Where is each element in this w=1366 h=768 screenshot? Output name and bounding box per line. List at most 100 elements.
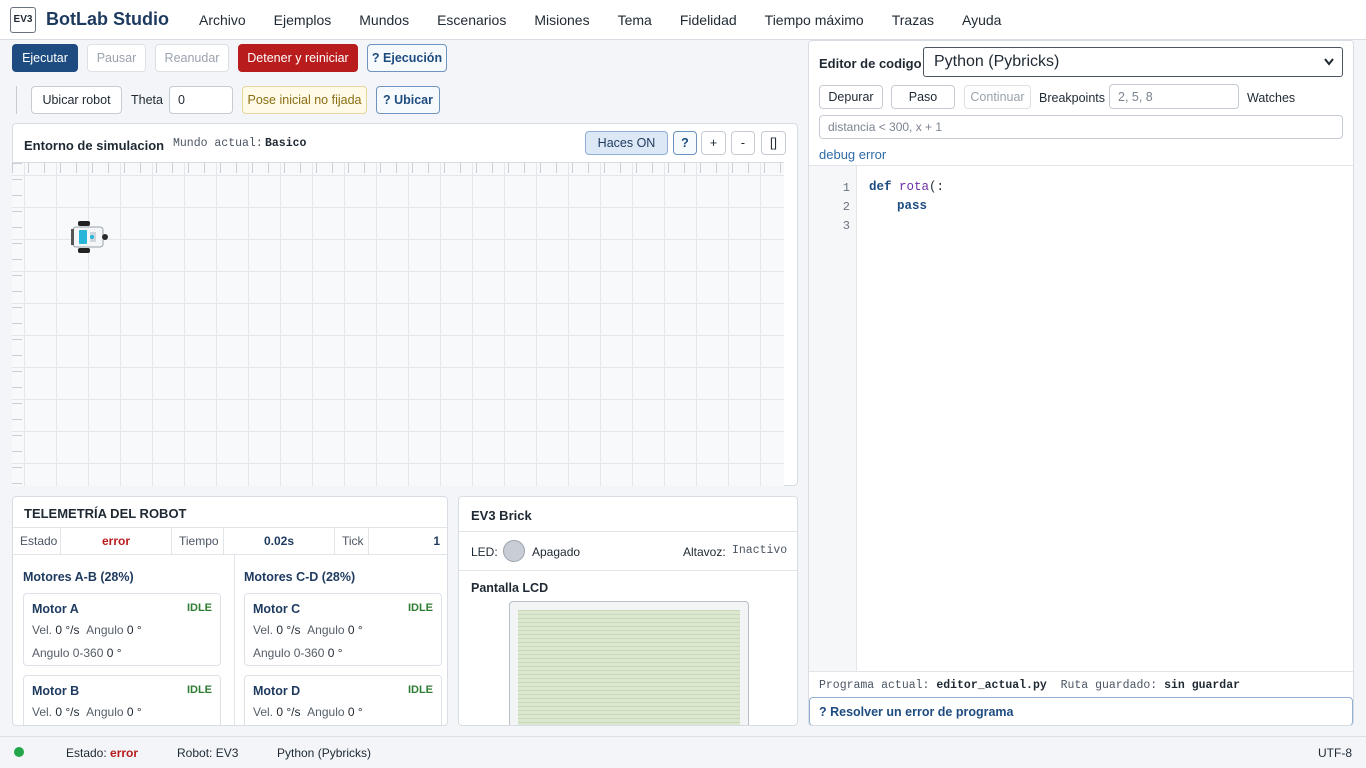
- lcd-title: Pantalla LCD: [471, 581, 549, 595]
- debug-status: debug error: [819, 147, 887, 162]
- brick-divider: [459, 531, 797, 532]
- motor-state: IDLE: [186, 684, 212, 696]
- motor-name: Motor B: [32, 684, 80, 698]
- telemetry-summary: Estado error Tiempo 0.02s Tick 1: [13, 527, 447, 555]
- debug-button[interactable]: Depurar: [819, 85, 883, 109]
- chevron-down-icon: [1324, 58, 1334, 66]
- code-editor-panel: Editor de codigo Python (Pybricks) Depur…: [808, 40, 1354, 726]
- help-locate-button[interactable]: ? Ubicar: [376, 86, 440, 114]
- motor-name: Motor D: [253, 684, 301, 698]
- motor-angle-360: Angulo 0-360 0 °: [32, 646, 122, 660]
- code-line-1: def rota(:: [869, 180, 945, 194]
- fit-view-button[interactable]: []: [761, 131, 786, 155]
- motor-a-card: Motor A IDLE Vel. 0 °/s Angulo 0 ° Angul…: [23, 593, 221, 666]
- lcd-frame: [509, 601, 749, 725]
- stop-reset-button[interactable]: Detener y reiniciar: [238, 44, 358, 72]
- state-value: error: [61, 528, 172, 554]
- menu-fidelidad[interactable]: Fidelidad: [666, 12, 751, 28]
- status-state: Estado: error: [66, 746, 139, 760]
- zoom-out-button[interactable]: -: [731, 131, 755, 155]
- menu-bar: EV3 BotLab Studio Archivo Ejemplos Mundo…: [0, 0, 1366, 40]
- motor-name: Motor A: [32, 602, 79, 616]
- watches-label: Watches: [1247, 91, 1296, 105]
- theta-input[interactable]: [169, 86, 233, 114]
- state-label: Estado: [13, 528, 61, 554]
- breakpoints-input[interactable]: [1109, 84, 1239, 109]
- continue-button[interactable]: Continuar: [964, 85, 1031, 109]
- menu-misiones[interactable]: Misiones: [520, 12, 603, 28]
- telemetry-title: TELEMETRÍA DEL ROBOT: [24, 506, 187, 521]
- led-label: LED:: [471, 545, 498, 559]
- tick-value: 1: [433, 534, 440, 548]
- resolve-error-button[interactable]: ? Resolver un error de programa: [809, 697, 1353, 725]
- language-select[interactable]: Python (Pybricks): [923, 47, 1343, 77]
- code-editor[interactable]: 1 2 3 def rota(: pass: [809, 165, 1353, 671]
- motor-group-ab-title: Motores A-B (28%): [23, 570, 134, 584]
- motor-b-card: Motor B IDLE Vel. 0 °/s Angulo 0 °: [23, 675, 221, 725]
- led-value: Apagado: [532, 545, 581, 559]
- sim-help-button[interactable]: ?: [673, 131, 697, 155]
- status-encoding: UTF-8: [1318, 746, 1352, 760]
- speaker-value: Inactivo: [732, 544, 788, 557]
- menu-ayuda[interactable]: Ayuda: [948, 12, 1015, 28]
- run-button[interactable]: Ejecutar: [12, 44, 78, 72]
- tick-label: Tick: [335, 528, 369, 554]
- led-indicator-icon: [503, 540, 525, 562]
- beams-toggle-button[interactable]: Haces ON: [585, 131, 668, 155]
- menu-trazas[interactable]: Trazas: [878, 12, 948, 28]
- status-robot: Robot: EV3: [177, 746, 239, 760]
- time-label: Tiempo: [172, 528, 224, 554]
- menu-tema[interactable]: Tema: [604, 12, 666, 28]
- robot-icon[interactable]: [70, 219, 110, 255]
- line-gutter: 1 2 3: [809, 166, 857, 671]
- pause-button[interactable]: Pausar: [87, 44, 146, 72]
- app-title: BotLab Studio: [46, 9, 169, 29]
- motor-name: Motor C: [253, 602, 301, 616]
- status-language: Python (Pybricks): [277, 746, 372, 760]
- line-number: 1: [842, 181, 850, 195]
- motor-d-card: Motor D IDLE Vel. 0 °/s Angulo 0 °: [244, 675, 442, 725]
- code-line-2: pass: [897, 199, 928, 213]
- line-number: 2: [842, 200, 850, 214]
- world-label: Mundo actual:: [173, 137, 263, 150]
- breakpoints-label: Breakpoints: [1039, 91, 1106, 105]
- menu-archivo[interactable]: Archivo: [185, 12, 260, 28]
- world-value: Basico: [265, 137, 307, 150]
- motor-state: IDLE: [186, 602, 212, 614]
- locate-robot-button[interactable]: Ubicar robot: [31, 86, 122, 114]
- speaker-label: Altavoz:: [683, 545, 726, 559]
- motor-velocity: Vel. 0 °/s Angulo 0 °: [32, 705, 142, 719]
- menu-ejemplos[interactable]: Ejemplos: [260, 12, 346, 28]
- app-logo: EV3: [10, 6, 36, 33]
- lcd-screen: [518, 610, 740, 725]
- menu-escenarios[interactable]: Escenarios: [423, 12, 520, 28]
- ruler-top: [12, 163, 784, 173]
- motor-angle-360: Angulo 0-360 0 °: [253, 646, 343, 660]
- motor-group-cd-title: Motores C-D (28%): [244, 570, 356, 584]
- menu-mundos[interactable]: Mundos: [345, 12, 423, 28]
- ruler-left: [12, 163, 22, 486]
- watches-input[interactable]: [819, 115, 1343, 139]
- status-bar: Estado: error Robot: EV3 Python (Pybrick…: [0, 736, 1366, 768]
- step-button[interactable]: Paso: [891, 85, 955, 109]
- brick-divider-2: [459, 570, 797, 571]
- editor-footer-divider: [809, 671, 1353, 672]
- menu-tiempo-maximo[interactable]: Tiempo máximo: [751, 12, 878, 28]
- sim-title: Entorno de simulacion: [24, 138, 165, 153]
- motor-c-card: Motor C IDLE Vel. 0 °/s Angulo 0 ° Angul…: [244, 593, 442, 666]
- status-ok-icon: [14, 747, 24, 757]
- line-number: 3: [842, 219, 850, 233]
- motor-velocity: Vel. 0 °/s Angulo 0 °: [253, 623, 363, 637]
- resume-button[interactable]: Reanudar: [155, 44, 229, 72]
- motor-velocity: Vel. 0 °/s Angulo 0 °: [32, 623, 142, 637]
- editor-title: Editor de codigo: [819, 56, 922, 71]
- help-execution-button[interactable]: ? Ejecución: [367, 44, 447, 72]
- motor-velocity: Vel. 0 °/s Angulo 0 °: [253, 705, 363, 719]
- time-value: 0.02s: [224, 528, 335, 554]
- program-info: Programa actual: editor_actual.py Ruta g…: [819, 679, 1241, 692]
- toolbar-divider: [16, 86, 17, 114]
- zoom-in-button[interactable]: +: [701, 131, 726, 155]
- language-selected: Python (Pybricks): [934, 53, 1060, 70]
- motor-groups-divider: [234, 555, 235, 725]
- simulation-canvas[interactable]: [12, 162, 784, 486]
